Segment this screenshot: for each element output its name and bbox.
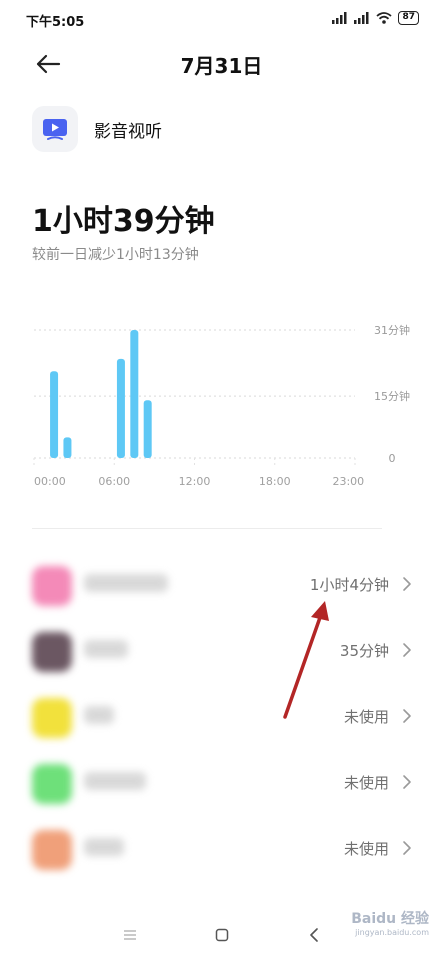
- app-name: 影音视听: [94, 121, 162, 142]
- video-play-icon: [32, 106, 78, 152]
- watermark-sub: jingyan.baidu.com: [355, 928, 429, 937]
- menu-button[interactable]: [118, 924, 142, 946]
- app-list-item[interactable]: 未使用: [0, 684, 443, 750]
- status-bar: 下午5:05 87: [0, 0, 443, 36]
- cellular-signal-icon: [332, 12, 347, 24]
- app-icon: [32, 764, 72, 804]
- usage-value: 未使用: [343, 708, 389, 726]
- chevron-left-icon: [310, 928, 318, 942]
- app-icon: [32, 632, 72, 672]
- app-name-blurred: [84, 772, 146, 790]
- nav-back-button[interactable]: [302, 924, 326, 946]
- usage-value: 1小时4分钟: [309, 576, 389, 594]
- app-list-item[interactable]: 未使用: [0, 750, 443, 816]
- chart-y-tick-label: 0: [389, 452, 396, 465]
- app-name-blurred: [84, 706, 114, 724]
- chevron-right-icon: [403, 643, 411, 657]
- app-row: 影音视听: [32, 106, 162, 152]
- app-icon: [32, 698, 72, 738]
- usage-bar-chart: 31分钟 15分钟 0 00:00 06:00 12:00 18:00 23:00: [33, 323, 410, 488]
- header: 7月31日: [0, 40, 443, 86]
- chevron-right-icon: [403, 709, 411, 723]
- app-icon: [32, 566, 72, 606]
- app-icon: [32, 830, 72, 870]
- status-icons: 87: [332, 11, 419, 25]
- page-title: 7月31日: [180, 54, 263, 78]
- divider: [32, 528, 382, 529]
- usage-value: 35分钟: [339, 642, 389, 660]
- chart-x-tick-label: 00:00: [34, 475, 66, 488]
- chart-y-tick-label: 15分钟: [374, 389, 410, 403]
- usage-value: 未使用: [343, 840, 389, 858]
- chart-x-tick-label: 12:00: [179, 475, 211, 488]
- chart-bar: [130, 330, 139, 458]
- wifi-icon: [376, 12, 393, 24]
- chart-bar: [143, 400, 152, 458]
- app-list-item[interactable]: 35分钟: [0, 618, 443, 684]
- usage-value: 未使用: [343, 774, 389, 792]
- app-list-item[interactable]: 1小时4分钟: [0, 552, 443, 618]
- watermark-main: Baidu 经验: [351, 911, 429, 927]
- app-list-item[interactable]: 未使用: [0, 816, 443, 882]
- app-name-blurred: [84, 640, 128, 658]
- status-time: 下午5:05: [26, 15, 85, 30]
- app-name-blurred: [84, 574, 168, 592]
- chart-x-tick-label: 18:00: [259, 475, 291, 488]
- chevron-right-icon: [403, 775, 411, 789]
- chevron-right-icon: [403, 577, 411, 591]
- chart-x-tick-label: 23:00: [332, 475, 364, 488]
- chevron-right-icon: [403, 841, 411, 855]
- menu-icon: [124, 930, 136, 940]
- home-icon: [215, 928, 229, 942]
- watermark: Baidu 经验 jingyan.baidu.com: [351, 908, 429, 937]
- battery-icon: 87: [398, 11, 419, 25]
- app-name-blurred: [84, 838, 124, 856]
- chart-bar: [50, 371, 59, 458]
- chart-bar: [63, 437, 72, 458]
- cellular-signal-2-icon: [354, 12, 369, 24]
- chart-bar: [116, 358, 125, 458]
- chart-y-tick-label: 31分钟: [374, 323, 410, 337]
- app-usage-list: 1小时4分钟 35分钟 未使用 未使用 未使用: [0, 552, 443, 882]
- chart-x-tick-label: 06:00: [98, 475, 130, 488]
- usage-comparison: 较前一日减少1小时13分钟: [32, 247, 199, 263]
- total-usage-time: 1小时39分钟: [32, 204, 215, 239]
- home-button[interactable]: [210, 924, 234, 946]
